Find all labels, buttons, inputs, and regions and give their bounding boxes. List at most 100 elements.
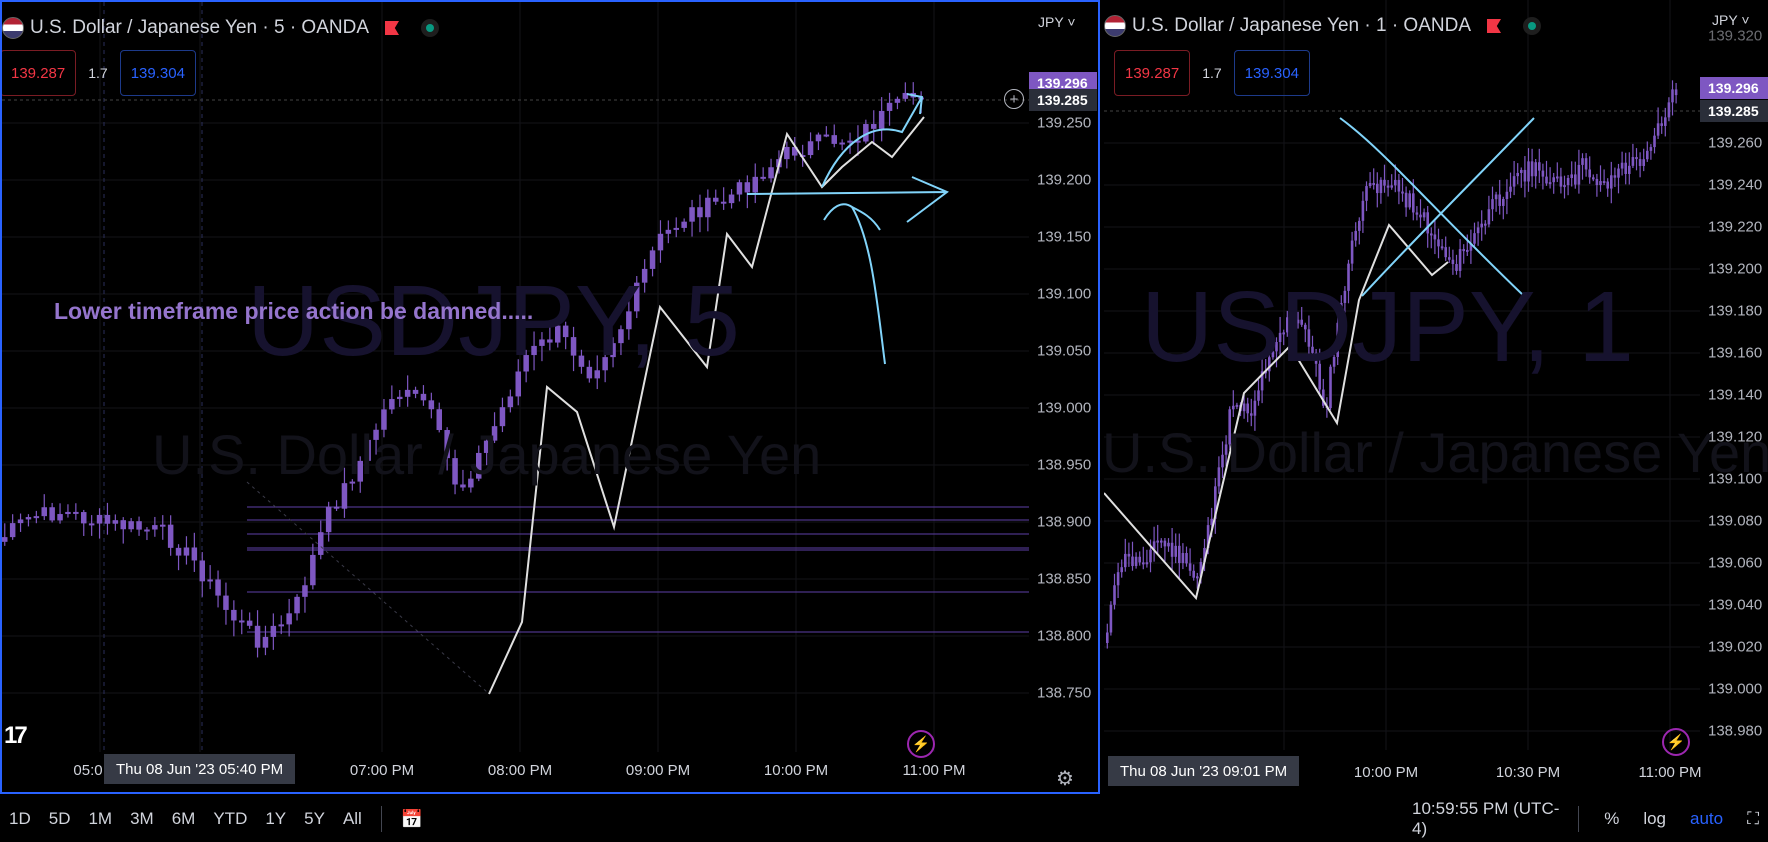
left-candle-body bbox=[618, 329, 624, 344]
left-candle-body bbox=[610, 343, 616, 358]
left-candle-body bbox=[302, 585, 308, 597]
left-candle-body bbox=[49, 507, 55, 521]
price-tick: 139.150 bbox=[1037, 228, 1092, 246]
log-toggle[interactable]: log bbox=[1634, 809, 1675, 829]
right-candle-body bbox=[1124, 553, 1127, 568]
left-time-axis[interactable]: Thu 08 Jun '23 05:40 PM 05:0 07:00 PM 08:0… bbox=[2, 748, 1098, 792]
range-button-1m[interactable]: 1M bbox=[79, 809, 121, 829]
chart-annotation-text[interactable]: Lower timeframe price action be damned..… bbox=[54, 298, 533, 325]
flag-icon[interactable] bbox=[1487, 19, 1501, 33]
right-candle-body bbox=[1628, 165, 1631, 174]
left-candle-body bbox=[231, 609, 237, 621]
add-crosshair-icon[interactable]: + bbox=[1004, 89, 1024, 109]
left-candle-body bbox=[744, 182, 751, 193]
tradingview-logo[interactable]: 17 bbox=[4, 722, 28, 750]
left-candle-body bbox=[246, 620, 253, 626]
time-tick: 10:00 PM bbox=[763, 762, 829, 779]
right-candle-body bbox=[1390, 185, 1393, 188]
left-chart-canvas[interactable] bbox=[2, 2, 1100, 794]
right-sell-button[interactable]: 139.287 bbox=[1114, 50, 1191, 96]
right-candle-body bbox=[1350, 240, 1354, 264]
right-buy-button[interactable]: 139.304 bbox=[1233, 50, 1310, 96]
left-candle-body bbox=[894, 98, 901, 103]
range-button-ytd[interactable]: YTD bbox=[204, 809, 256, 829]
right-symbol-title[interactable]: U.S. Dollar / Japanese Yen · 1 · OANDA bbox=[1132, 15, 1471, 37]
auto-toggle[interactable]: auto bbox=[1681, 809, 1732, 829]
clock-display[interactable]: 10:59:55 PM (UTC-4) bbox=[1412, 799, 1562, 839]
trend-line bbox=[246, 481, 488, 693]
left-candle-body bbox=[397, 396, 403, 400]
price-tick: 138.900 bbox=[1037, 513, 1092, 531]
right-candle-body bbox=[1282, 332, 1285, 335]
right-price-axis[interactable]: 139.260 139.240 139.220 139.200 139.180 139.1… bbox=[1700, 0, 1768, 750]
right-candle-body bbox=[1332, 356, 1336, 367]
left-sell-button[interactable]: 139.287 bbox=[2, 50, 77, 96]
left-candle-body bbox=[81, 512, 87, 524]
market-status-icon[interactable] bbox=[421, 19, 439, 37]
right-symbol-header[interactable]: U.S. Dollar / Japanese Yen · 1 · OANDA bbox=[1104, 8, 1541, 44]
market-status-icon[interactable] bbox=[1523, 17, 1541, 35]
flag-icon[interactable] bbox=[385, 21, 399, 35]
range-button-1y[interactable]: 1Y bbox=[256, 809, 295, 829]
range-button-5d[interactable]: 5D bbox=[40, 809, 80, 829]
right-candle-body bbox=[1134, 556, 1138, 567]
left-candle-body bbox=[325, 506, 332, 533]
right-candle-body bbox=[1408, 193, 1411, 208]
right-candle-body bbox=[1664, 117, 1667, 126]
right-candle-body bbox=[1343, 290, 1347, 303]
price-tick: 139.200 bbox=[1037, 171, 1092, 189]
left-buy-button[interactable]: 139.304 bbox=[119, 50, 196, 96]
percent-toggle[interactable]: % bbox=[1595, 809, 1628, 829]
right-candle-body bbox=[1642, 159, 1645, 166]
left-symbol-header[interactable]: U.S. Dollar / Japanese Yen · 5 · OANDA bbox=[2, 10, 439, 46]
left-candle-body bbox=[365, 439, 371, 461]
right-candle-body bbox=[1170, 542, 1174, 557]
right-candle-body bbox=[1523, 169, 1527, 182]
left-candle-body bbox=[183, 547, 190, 556]
left-candle-body bbox=[420, 393, 427, 401]
right-candle-body bbox=[1379, 179, 1383, 194]
right-candle-body bbox=[1228, 409, 1231, 445]
range-button-1d[interactable]: 1D bbox=[0, 809, 40, 829]
right-candle-body bbox=[1649, 147, 1653, 151]
right-candle-body bbox=[1181, 553, 1185, 563]
price-tick: 139.250 bbox=[1037, 114, 1092, 132]
range-button-6m[interactable]: 6M bbox=[163, 809, 205, 829]
left-candle-body bbox=[152, 525, 158, 530]
right-time-axis[interactable]: Thu 08 Jun '23 09:01 PM 10:00 PM 10:30 PM… bbox=[1104, 750, 1768, 794]
left-candle-body bbox=[547, 339, 553, 343]
right-chart-pane[interactable]: USDJPY, 1 U.S. Dollar / Japanese Yen U.S… bbox=[1104, 0, 1768, 794]
left-price-axis[interactable]: 139.250 139.200 139.150 139.100 139.050 139.0… bbox=[1029, 2, 1098, 748]
right-candle-body bbox=[1178, 545, 1181, 563]
left-candle-body bbox=[539, 339, 545, 346]
fullscreen-icon[interactable]: ⛶ bbox=[1738, 809, 1768, 829]
right-candle-body bbox=[1545, 176, 1548, 184]
right-candle-body bbox=[1548, 182, 1552, 185]
right-candle-body bbox=[1394, 179, 1397, 186]
range-button-5y[interactable]: 5Y bbox=[295, 809, 334, 829]
right-chart-canvas[interactable] bbox=[1104, 0, 1768, 794]
left-chart-pane[interactable]: USDJPY, 5 U.S. Dollar / Japanese Yen U.S… bbox=[0, 0, 1100, 794]
range-button-3m[interactable]: 3M bbox=[121, 809, 163, 829]
left-candle-body bbox=[578, 355, 585, 367]
right-candle-body bbox=[1116, 572, 1120, 586]
left-candle-body bbox=[254, 625, 261, 648]
left-candle-body bbox=[602, 357, 608, 371]
right-candle-body bbox=[1440, 246, 1444, 249]
right-candle-body bbox=[1592, 177, 1595, 180]
goto-date-icon[interactable]: 📅 bbox=[392, 809, 432, 830]
right-candle-body bbox=[1412, 193, 1415, 213]
right-candle-body bbox=[1473, 233, 1476, 244]
left-candle-body bbox=[689, 207, 695, 222]
right-candle-body bbox=[1120, 567, 1123, 573]
right-candle-body bbox=[1466, 249, 1469, 252]
left-candle-body bbox=[404, 389, 411, 397]
right-candle-body bbox=[1527, 161, 1530, 182]
right-candle-body bbox=[1271, 351, 1275, 358]
right-candle-body bbox=[1599, 181, 1602, 186]
left-symbol-title[interactable]: U.S. Dollar / Japanese Yen · 5 · OANDA bbox=[30, 17, 369, 39]
right-candle-body bbox=[1174, 545, 1177, 557]
range-button-all[interactable]: All bbox=[334, 809, 371, 829]
left-candle-body bbox=[634, 282, 640, 312]
right-candle-body bbox=[1451, 259, 1455, 265]
